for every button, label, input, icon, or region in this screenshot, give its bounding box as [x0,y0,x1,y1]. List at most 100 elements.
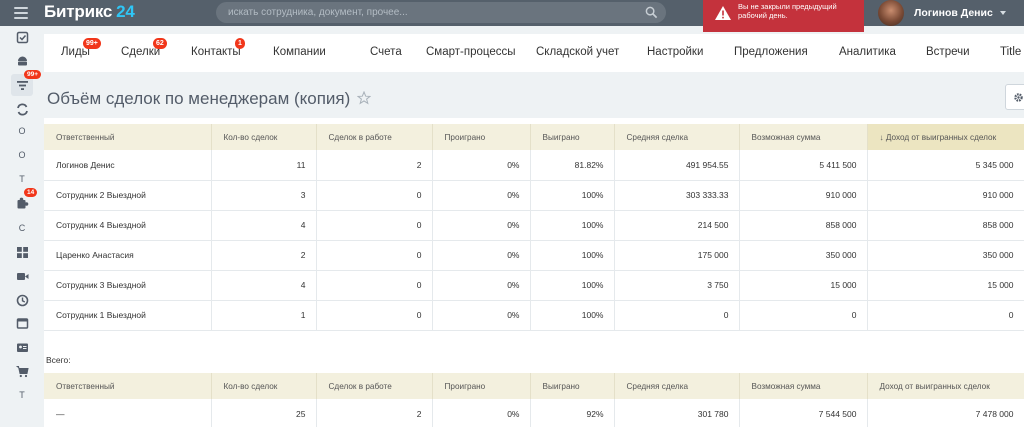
column-header[interactable]: Средняя сделка [614,373,740,399]
tab-7[interactable]: Складской учет [536,46,619,58]
avatar[interactable] [878,0,904,26]
column-header[interactable]: Проиграно [432,124,531,150]
manager-name-cell: Сотрудник 2 Выездной [44,180,212,211]
logo-text: Битрикс [44,2,113,21]
table-cell: 100% [530,270,615,301]
tab-4[interactable]: Компании [273,46,326,58]
sidebar-item-9[interactable]: С [11,217,33,239]
search-input[interactable] [228,2,628,23]
report-panel: Ответственный Кол-во сделок Сделок в работ… [44,118,1024,427]
sidebar-item-2[interactable] [11,49,33,71]
tab-1[interactable]: Лиды 99+ [61,38,101,58]
filter-icon [16,79,29,92]
table-row: Царенко Анастасия 2 0 0% 100% 175 000 350 000 3… [44,240,1024,271]
total-cell: — [44,399,212,427]
menu-burger-icon[interactable] [14,7,28,19]
sidebar-item-1[interactable] [11,26,33,48]
manager-name-cell: Сотрудник 4 Выездной [44,210,212,241]
tab-label: Настройки [647,46,704,58]
table-cell: 3 750 [614,270,740,301]
table-cell: 100% [530,210,615,241]
table-cell: 491 954.55 [614,150,740,181]
table-cell: 910 000 [867,180,1024,211]
column-header[interactable]: Выиграно [530,124,615,150]
tab-label: Title [1000,46,1022,58]
warning-icon [715,6,731,20]
user-name[interactable]: Логинов Денис [914,7,993,19]
total-cell: 301 780 [614,399,740,427]
table-cell: 4 [211,270,317,301]
sidebar-item-7[interactable]: Т [11,168,33,190]
tab-label: Аналитика [839,46,896,58]
tab-2[interactable]: Сделки 62 [121,38,167,58]
total-row: —25 2 0% 92% 301 780 7 544 500 7 478 000 [44,399,1024,427]
column-header[interactable]: Возможная сумма [739,124,868,150]
tab-10[interactable]: Аналитика [839,46,896,58]
cart-icon [16,365,29,378]
sidebar-item-6[interactable]: О [11,144,33,166]
tab-6[interactable]: Смарт-процессы [426,46,515,58]
column-header[interactable]: Проиграно [432,373,531,399]
column-header[interactable]: Выиграно [530,373,615,399]
table-cell: 175 000 [614,240,740,271]
sidebar-item-16[interactable]: Т [11,384,33,406]
chevron-down-icon[interactable] [999,11,1006,15]
tab-label: Встречи [926,46,970,58]
checkbox-icon [16,31,29,44]
sidebar-item-14[interactable] [11,336,33,358]
tab-12[interactable]: Title [1000,46,1021,58]
tab-counter-badge: 99+ [83,38,101,49]
sidebar-item-10[interactable] [11,241,33,263]
warning-text: Вы не закрыли предыдущий рабочий день. [738,2,837,20]
grid-icon [16,246,29,259]
total-cell: 7 478 000 [867,399,1024,427]
column-header[interactable]: Сделок в работе [316,124,433,150]
table-cell: 5 411 500 [739,150,868,181]
column-header[interactable]: Средняя сделка [614,124,740,150]
total-cell: 2 [316,399,433,427]
table-cell: 0% [432,150,531,181]
user-menu[interactable]: Логинов Денис [878,0,1006,26]
tab-counter-badge: 62 [153,38,167,49]
contact-card-icon [16,341,29,354]
tab-label: Компании [273,46,326,58]
table-cell: 0% [432,240,531,271]
sidebar-item-13[interactable] [11,312,33,334]
left-sidebar: 99+ О О Т 14 С Т [0,26,44,427]
tab-9[interactable]: Предложения [734,46,808,58]
table-cell: 5 345 000 [867,150,1024,181]
workday-warning[interactable]: Вы не закрыли предыдущий рабочий день. [703,0,864,32]
table-cell: 0 [316,240,433,271]
tab-8[interactable]: Настройки [647,46,703,58]
table-cell: 303 333.33 [614,180,740,211]
sidebar-item-11[interactable] [11,265,33,287]
column-header[interactable]: Ответственный [44,124,212,150]
window-icon [16,317,29,330]
logo[interactable]: Битрикс 24 [44,2,135,22]
column-header[interactable]: Доход от выигранных сделок [867,373,1024,399]
sidebar-item-15[interactable] [11,360,33,382]
settings-button[interactable] [1005,84,1024,110]
sidebar-item-8[interactable]: 14 [11,188,38,214]
column-header[interactable]: Возможная сумма [739,373,868,399]
star-icon[interactable] [357,91,371,105]
sync-icon [16,102,29,116]
column-header[interactable]: Ответственный [44,373,212,399]
column-header[interactable]: Кол-во сделок [211,124,317,150]
column-header[interactable]: Сделок в работе [316,373,433,399]
tab-label: Смарт-процессы [426,46,516,58]
sidebar-item-5[interactable]: О [11,120,33,142]
table-row: Сотрудник 4 Выездной 4 0 0% 100% 214 500 858 0… [44,210,1024,241]
sidebar-item-12[interactable] [11,289,33,311]
tab-11[interactable]: Встречи [926,46,970,58]
column-header[interactable]: Кол-во сделок [211,373,317,399]
tab-3[interactable]: Контакты 1 [191,38,245,58]
sidebar-item-4[interactable] [11,98,33,120]
tab-5[interactable]: Счета [370,46,402,58]
manager-name-cell: Царенко Анастасия [44,240,212,271]
column-header[interactable]: ↓ Доход от выигранных сделок [867,124,1024,150]
search-box[interactable] [216,2,666,23]
android-icon [16,54,29,67]
search-icon[interactable] [645,6,658,19]
sidebar-item-3[interactable]: 99+ [11,70,42,96]
